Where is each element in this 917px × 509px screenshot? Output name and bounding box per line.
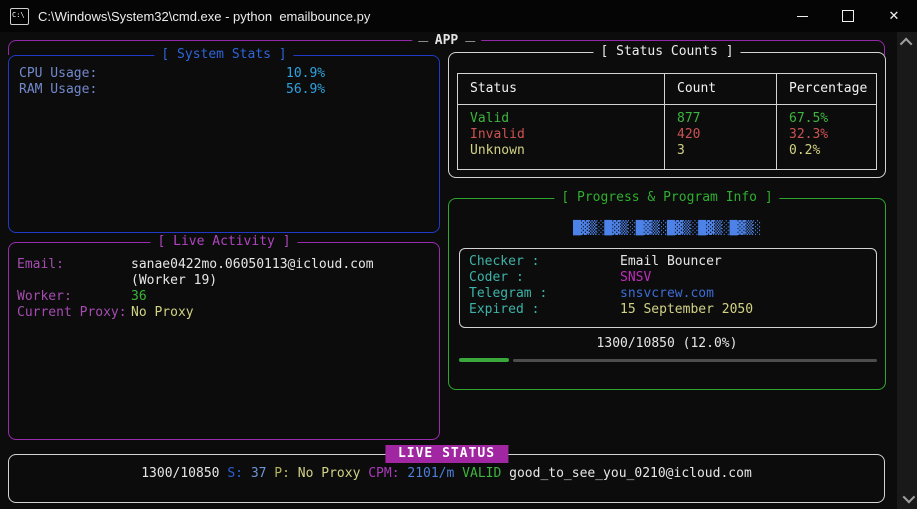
status-table: Status Valid Invalid Unknown Count 877 4… (457, 73, 877, 170)
ram-usage-row: RAM Usage: 56.9% (19, 82, 439, 98)
expired-label: Expired : (469, 302, 620, 318)
window-title: C:\Windows\System32\cmd.exe - python ema… (38, 9, 779, 24)
chevron-up-icon (899, 38, 912, 51)
cpu-usage-value: 10.9% (286, 66, 325, 82)
live-activity-content: Email: sanae0422mo.06050113@icloud.com (… (9, 243, 439, 321)
status-s-value: 37 (251, 466, 267, 481)
proxy-label: Current Proxy: (17, 305, 131, 321)
telegram-row: Telegram : snsvcrew.com (469, 286, 876, 302)
email-worker-value: (Worker 19) (131, 273, 217, 289)
progress-label: 1300/10850 (12.0%) (449, 336, 885, 352)
progress-info-panel: [ Progress & Program Info ] █▓▒░█▓▒░█▓▒░… (448, 198, 886, 390)
checker-label: Checker : (469, 254, 620, 270)
count-cell-invalid: 420 (677, 127, 776, 143)
logo-banner: █▓▒░█▓▒░█▓▒░█▓▒░█▓▒░█▓▒░ (449, 219, 885, 238)
count-cells: 877 420 3 (665, 105, 776, 159)
worker-value: 36 (131, 289, 147, 305)
live-activity-title: [ Live Activity ] (150, 234, 297, 250)
coder-label: Coder : (469, 270, 620, 286)
expired-row: Expired : 15 September 2050 (469, 302, 876, 318)
count-column: Count 877 420 3 (664, 74, 776, 169)
proxy-value: No Proxy (131, 305, 194, 321)
status-column: Status Valid Invalid Unknown (458, 74, 664, 169)
coder-value: SNSV (620, 270, 651, 286)
ram-usage-value: 56.9% (286, 82, 325, 98)
cpu-usage-row: CPU Usage: 10.9% (19, 66, 439, 82)
checker-row: Checker : Email Bouncer (469, 254, 876, 270)
email-worker-row: (Worker 19) (17, 273, 439, 289)
program-info-content: Checker : Email Bouncer Coder : SNSV Tel… (460, 249, 876, 318)
percentage-cell-unknown: 0.2% (789, 143, 876, 159)
status-cells: Valid Invalid Unknown (458, 105, 664, 159)
minimize-icon (797, 16, 808, 17)
percentage-cell-valid: 67.5% (789, 111, 876, 127)
status-s-label: S: (227, 466, 243, 481)
maximize-button[interactable] (825, 0, 871, 32)
status-result: VALID (462, 466, 501, 481)
title-dash-left (418, 41, 428, 42)
chevron-down-icon (902, 491, 915, 504)
scroll-down-button[interactable] (897, 490, 917, 507)
program-info-box: Checker : Email Bouncer Coder : SNSV Tel… (459, 248, 877, 328)
telegram-label: Telegram : (469, 286, 620, 302)
status-email: good_to_see_you_0210@icloud.com (509, 466, 752, 481)
system-stats-title: [ System Stats ] (154, 47, 293, 63)
status-cpm-value: 2101/m (407, 466, 454, 481)
count-header: Count (665, 74, 776, 105)
cpu-usage-label: CPU Usage: (19, 66, 286, 82)
progress-bar (459, 358, 877, 362)
coder-row: Coder : SNSV (469, 270, 876, 286)
status-progress: 1300/10850 (141, 466, 219, 481)
scroll-up-button[interactable] (897, 34, 917, 51)
close-icon: ✕ (889, 10, 900, 23)
count-cell-unknown: 3 (677, 143, 776, 159)
status-counts-panel: [ Status Counts ] Status Valid Invalid U… (448, 52, 886, 178)
ram-usage-label: RAM Usage: (19, 82, 286, 98)
progress-fill (459, 358, 509, 362)
progress-info-title: [ Progress & Program Info ] (554, 190, 779, 206)
cmd-window: C:\ C:\Windows\System32\cmd.exe - python… (0, 0, 917, 509)
percentage-cell-invalid: 32.3% (789, 127, 876, 143)
progress-track (513, 359, 877, 362)
proxy-row: Current Proxy: No Proxy (17, 305, 439, 321)
title-dash-right (465, 41, 475, 42)
app-frame-title-text: APP (435, 33, 458, 49)
cmd-icon: C:\ (10, 8, 29, 25)
telegram-value: snsvcrew.com (620, 286, 714, 302)
console-output: APP [ System Stats ] CPU Usage: 10.9% RA… (0, 32, 897, 509)
status-p-value: No Proxy (298, 466, 361, 481)
maximize-icon (842, 10, 854, 22)
percentage-cells: 67.5% 32.3% 0.2% (777, 105, 876, 159)
status-counts-title: [ Status Counts ] (593, 44, 740, 60)
cmd-icon-text: C:\ (11, 9, 25, 19)
status-cell-valid: Valid (470, 111, 664, 127)
worker-label: Worker: (17, 289, 131, 305)
worker-row: Worker: 36 (17, 289, 439, 305)
status-p-label: P: (274, 466, 290, 481)
live-status-line: 1300/10850 S: 37 P: No Proxy CPM: 2101/m… (9, 466, 884, 482)
system-stats-panel: [ System Stats ] CPU Usage: 10.9% RAM Us… (8, 55, 440, 233)
app-frame-title: APP (412, 33, 481, 49)
count-cell-valid: 877 (677, 111, 776, 127)
checker-value: Email Bouncer (620, 254, 722, 270)
titlebar[interactable]: C:\ C:\Windows\System32\cmd.exe - python… (0, 0, 917, 32)
live-status-panel: LIVE STATUS 1300/10850 S: 37 P: No Proxy… (8, 454, 885, 503)
scrollbar[interactable] (897, 32, 917, 509)
percentage-column: Percentage 67.5% 32.3% 0.2% (776, 74, 876, 169)
status-cell-invalid: Invalid (470, 127, 664, 143)
status-cell-unknown: Unknown (470, 143, 664, 159)
email-worker-spacer (17, 273, 131, 289)
percentage-header: Percentage (777, 74, 876, 105)
minimize-button[interactable] (779, 0, 825, 32)
email-row: Email: sanae0422mo.06050113@icloud.com (17, 257, 439, 273)
email-label: Email: (17, 257, 131, 273)
status-cpm-label: CPM: (368, 466, 399, 481)
close-button[interactable]: ✕ (871, 0, 917, 32)
live-status-badge: LIVE STATUS (385, 445, 508, 463)
live-activity-panel: [ Live Activity ] Email: sanae0422mo.060… (8, 242, 440, 440)
expired-value: 15 September 2050 (620, 302, 753, 318)
window-controls: ✕ (779, 0, 917, 32)
status-header: Status (458, 74, 664, 105)
email-value: sanae0422mo.06050113@icloud.com (131, 257, 374, 273)
